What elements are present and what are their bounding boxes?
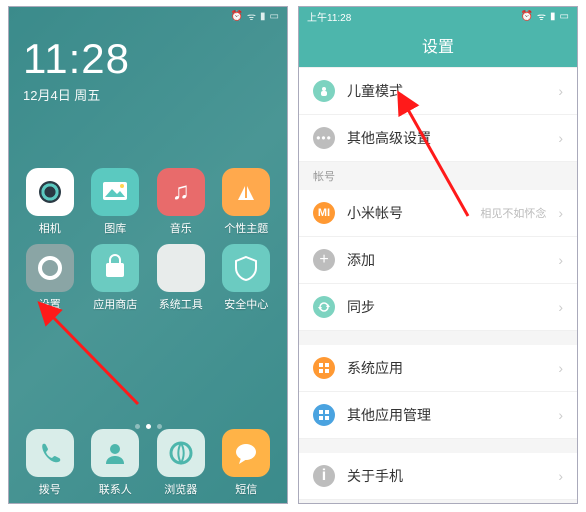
contacts-icon — [91, 429, 139, 477]
dock-contacts[interactable]: 联系人 — [85, 429, 147, 497]
status-bar: 上午11:28 ⏰ ᯤ ▮ ▭ — [299, 7, 577, 25]
app-settings[interactable]: 设置 — [19, 244, 81, 312]
row-app-management[interactable]: 其他应用管理 › — [299, 392, 577, 439]
app-security[interactable]: 安全中心 — [216, 244, 278, 312]
chevron-right-icon: › — [558, 130, 563, 146]
app-label: 联系人 — [99, 481, 132, 497]
app-gallery[interactable]: 图库 — [85, 168, 147, 236]
row-label: 关于手机 — [347, 466, 546, 486]
music-icon: ♫ — [157, 168, 205, 216]
dock-sms[interactable]: 短信 — [216, 429, 278, 497]
grid-icon — [313, 357, 335, 379]
home-screen: ⏰ ᯤ ▮ ▭ 11:28 12月4日 周五 相机 图库 ♫ 音乐 个性主题 设置… — [8, 6, 288, 504]
app-label: 图库 — [104, 220, 126, 236]
app-label: 浏览器 — [164, 481, 197, 497]
app-label: 应用商店 — [93, 296, 137, 312]
apps-icon — [313, 404, 335, 426]
settings-screen: 上午11:28 ⏰ ᯤ ▮ ▭ 设置 儿童模式 › ••• 其他高级设置 › 帐… — [298, 6, 578, 504]
camera-icon — [26, 168, 74, 216]
wifi-icon: ᯤ — [247, 9, 256, 23]
app-label: 短信 — [235, 481, 257, 497]
row-sync[interactable]: 同步 › — [299, 284, 577, 331]
clock-widget[interactable]: 11:28 12月4日 周五 — [9, 25, 287, 104]
message-icon — [222, 429, 270, 477]
app-grid: 相机 图库 ♫ 音乐 个性主题 设置 应用商店 系统工具 安全中心 — [9, 104, 287, 312]
row-subtext: 相见不如怀念 — [480, 205, 546, 221]
app-label: 个性主题 — [224, 220, 268, 236]
app-label: 音乐 — [170, 220, 192, 236]
app-label: 设置 — [39, 296, 61, 312]
page-title: 设置 — [299, 25, 577, 67]
phone-icon — [26, 429, 74, 477]
wifi-icon: ᯤ — [537, 9, 546, 23]
chevron-right-icon: › — [558, 407, 563, 423]
status-bar: ⏰ ᯤ ▮ ▭ — [9, 7, 287, 25]
row-child-mode[interactable]: 儿童模式 › — [299, 67, 577, 115]
row-label: 同步 — [347, 297, 546, 317]
battery-icon: ▭ — [560, 11, 569, 22]
status-time: 上午11:28 — [307, 9, 351, 24]
more-icon: ••• — [313, 127, 335, 149]
clock-time: 11:28 — [23, 35, 287, 83]
plus-icon: + — [313, 249, 335, 271]
section-header-account: 帐号 — [299, 162, 577, 190]
app-theme[interactable]: 个性主题 — [216, 168, 278, 236]
info-icon: i — [313, 465, 335, 487]
row-mi-account[interactable]: MI 小米帐号 相见不如怀念 › — [299, 190, 577, 237]
folder-icon — [157, 244, 205, 292]
chevron-right-icon: › — [558, 468, 563, 484]
gallery-icon — [91, 168, 139, 216]
signal-icon: ▮ — [260, 11, 266, 22]
row-label: 系统应用 — [347, 358, 546, 378]
app-tools-folder[interactable]: 系统工具 — [150, 244, 212, 312]
row-label: 儿童模式 — [347, 81, 546, 101]
mi-icon: MI — [313, 202, 335, 224]
alarm-icon: ⏰ — [520, 11, 532, 22]
sync-icon — [313, 296, 335, 318]
chevron-right-icon: › — [558, 252, 563, 268]
settings-icon — [26, 244, 74, 292]
clock-date: 12月4日 周五 — [23, 85, 287, 104]
settings-list: 儿童模式 › ••• 其他高级设置 › — [299, 67, 577, 162]
chevron-right-icon: › — [558, 83, 563, 99]
signal-icon: ▮ — [550, 11, 556, 22]
row-label: 其他高级设置 — [347, 128, 546, 148]
dock-dialer[interactable]: 拨号 — [19, 429, 81, 497]
chevron-right-icon: › — [558, 299, 563, 315]
row-system-apps[interactable]: 系统应用 › — [299, 345, 577, 392]
row-label: 小米帐号 — [347, 203, 468, 223]
dock: 拨号 联系人 浏览器 短信 — [9, 429, 287, 497]
row-label: 添加 — [347, 250, 546, 270]
app-label: 拨号 — [39, 481, 61, 497]
app-store[interactable]: 应用商店 — [85, 244, 147, 312]
dock-browser[interactable]: 浏览器 — [150, 429, 212, 497]
store-icon — [91, 244, 139, 292]
row-label: 其他应用管理 — [347, 405, 546, 425]
browser-icon — [157, 429, 205, 477]
child-icon — [313, 80, 335, 102]
shield-icon — [222, 244, 270, 292]
app-label: 安全中心 — [224, 296, 268, 312]
row-about-phone[interactable]: i 关于手机 › — [299, 453, 577, 500]
chevron-right-icon: › — [558, 205, 563, 221]
app-label: 系统工具 — [159, 296, 203, 312]
alarm-icon: ⏰ — [230, 11, 242, 22]
app-music[interactable]: ♫ 音乐 — [150, 168, 212, 236]
app-camera[interactable]: 相机 — [19, 168, 81, 236]
battery-icon: ▭ — [270, 11, 279, 22]
app-label: 相机 — [39, 220, 61, 236]
theme-icon — [222, 168, 270, 216]
row-add-account[interactable]: + 添加 › — [299, 237, 577, 284]
row-advanced-settings[interactable]: ••• 其他高级设置 › — [299, 115, 577, 162]
chevron-right-icon: › — [558, 360, 563, 376]
